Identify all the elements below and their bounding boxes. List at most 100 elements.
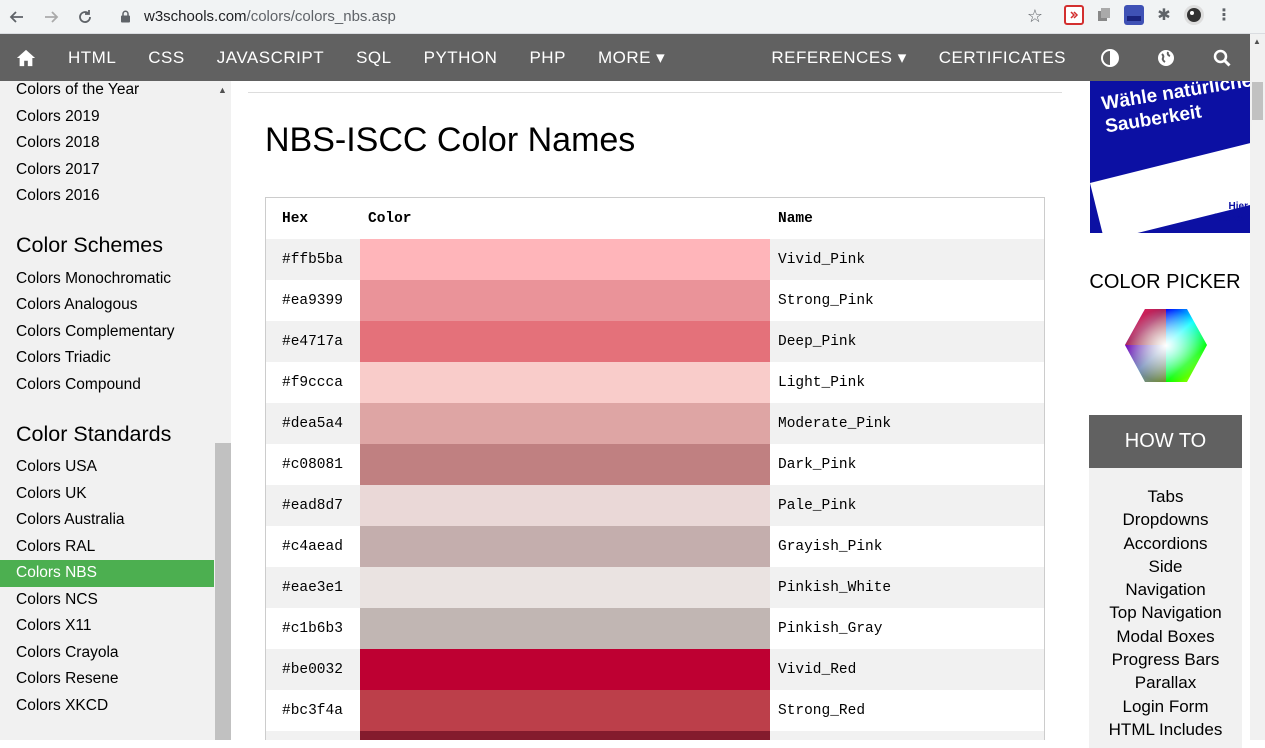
name-cell: Pinkish_White	[778, 579, 892, 596]
color-swatch[interactable]	[360, 321, 770, 362]
sidebar-link-active[interactable]: Colors NBS	[0, 560, 214, 587]
howto-link[interactable]: Parallax	[1089, 671, 1242, 694]
kebab-menu-icon[interactable]: ⋮	[1214, 5, 1234, 25]
color-swatch[interactable]	[360, 567, 770, 608]
color-swatch[interactable]	[360, 649, 770, 690]
name-cell: Deep_Pink	[778, 333, 857, 350]
name-cell: Strong_Red	[778, 702, 866, 719]
hex-cell: #dea5a4	[282, 415, 343, 432]
hex-cell: #e4717a	[282, 333, 343, 350]
color-swatch[interactable]	[360, 239, 770, 280]
color-swatch[interactable]	[360, 485, 770, 526]
sidebar-link[interactable]: Colors USA	[0, 454, 214, 481]
nav-javascript[interactable]: JAVASCRIPT	[201, 34, 340, 81]
page-scrollbar[interactable]: ▲	[1250, 34, 1265, 740]
howto-link[interactable]: Accordions	[1089, 532, 1242, 555]
sidebar-link[interactable]: Colors 2018	[0, 130, 214, 157]
globe-icon[interactable]	[1138, 34, 1194, 81]
sidebar-link[interactable]: Colors X11	[0, 613, 214, 640]
howto-link[interactable]: Dropdowns	[1089, 508, 1242, 531]
back-arrow-icon[interactable]	[0, 2, 34, 32]
scroll-up-arrow-icon[interactable]: ▲	[218, 85, 227, 95]
ad-click-here[interactable]: Hier klicken	[1214, 201, 1248, 225]
sidebar-link[interactable]: Colors Complementary	[0, 319, 214, 346]
name-cell: Moderate_Pink	[778, 415, 892, 432]
sidebar-link[interactable]: Colors 2017	[0, 157, 214, 184]
nav-certificates[interactable]: CERTIFICATES	[923, 34, 1082, 81]
puzzle-icon[interactable]: ✱	[1154, 5, 1174, 25]
sidebar-link[interactable]: Colors 2019	[0, 104, 214, 131]
name-cell: Vivid_Red	[778, 661, 857, 678]
lock-icon	[120, 9, 132, 23]
howto-link[interactable]: Navigation	[1089, 578, 1242, 601]
color-picker-title[interactable]: COLOR PICKER	[1080, 271, 1250, 294]
sidebar-scrollbar[interactable]: ▲	[215, 81, 231, 740]
left-sidebar: Colors of the Year Colors 2019 Colors 20…	[0, 81, 231, 740]
nav-python[interactable]: PYTHON	[408, 34, 514, 81]
page-scroll-thumb[interactable]	[1252, 82, 1263, 120]
color-swatch[interactable]	[360, 608, 770, 649]
howto-link[interactable]: Login Form	[1089, 695, 1242, 718]
hex-cell: #ea9399	[282, 292, 343, 309]
header-color: Color	[368, 210, 412, 227]
nav-references[interactable]: REFERENCES ▾	[755, 34, 922, 81]
sidebar-link[interactable]: Colors UK	[0, 481, 214, 508]
howto-link[interactable]: Side	[1089, 555, 1242, 578]
browser-toolbar: w3schools.com/colors/colors_nbs.asp ☆ ✱ …	[0, 0, 1265, 34]
howto-link[interactable]: Tabs	[1089, 485, 1242, 508]
sidebar-link[interactable]: Colors Compound	[0, 372, 214, 399]
color-swatch[interactable]	[360, 731, 770, 740]
nav-css[interactable]: CSS	[132, 34, 200, 81]
nav-html[interactable]: HTML	[52, 34, 132, 81]
howto-link[interactable]: Top Navigation	[1089, 601, 1242, 624]
sidebar-link[interactable]: Colors Triadic	[0, 345, 214, 372]
color-swatch[interactable]	[360, 403, 770, 444]
nav-more[interactable]: MORE ▾	[582, 34, 681, 81]
sidebar-link[interactable]: Colors Analogous	[0, 292, 214, 319]
address-bar[interactable]: w3schools.com/colors/colors_nbs.asp ☆	[112, 3, 1057, 29]
extension-window-icon[interactable]	[1124, 5, 1144, 25]
color-swatch[interactable]	[360, 526, 770, 567]
sidebar-link[interactable]: Colors 2016	[0, 183, 214, 210]
forward-arrow-icon[interactable]	[34, 2, 68, 32]
color-picker-icon[interactable]	[1124, 308, 1208, 383]
sidebar-link[interactable]: Colors of the Year	[0, 81, 214, 104]
color-swatch[interactable]	[360, 444, 770, 485]
nav-sql[interactable]: SQL	[340, 34, 408, 81]
sidebar-link[interactable]: Colors NCS	[0, 587, 214, 614]
sidebar-scroll-thumb[interactable]	[215, 443, 231, 740]
name-cell: Vivid_Pink	[778, 251, 866, 268]
table-row: #ea9399 Strong_Pink	[266, 280, 1044, 321]
hex-cell: #ead8d7	[282, 497, 343, 514]
sidebar-link[interactable]: Colors XKCD	[0, 693, 214, 720]
sidebar-link[interactable]: Colors RAL	[0, 534, 214, 561]
advertisement[interactable]: Wähle natürliche Sauberkeit Hier klicken	[1090, 81, 1250, 233]
color-swatch[interactable]	[360, 280, 770, 321]
sidebar-link[interactable]: Colors Crayola	[0, 640, 214, 667]
howto-link[interactable]: HTML Includes	[1089, 718, 1242, 741]
color-swatch[interactable]	[360, 690, 770, 731]
howto-link[interactable]: Progress Bars	[1089, 648, 1242, 671]
reload-icon[interactable]	[68, 2, 102, 32]
sidebar-link[interactable]: Colors Australia	[0, 507, 214, 534]
scroll-up-arrow-icon[interactable]: ▲	[1253, 37, 1261, 46]
home-icon[interactable]	[0, 34, 52, 81]
extension-red-icon[interactable]	[1064, 5, 1084, 25]
table-row: #be0032 Vivid_Red	[266, 649, 1044, 690]
extension-copy-icon[interactable]	[1094, 5, 1114, 25]
sidebar-heading-standards: Color Standards	[16, 422, 172, 446]
table-row: #c4aead Grayish_Pink	[266, 526, 1044, 567]
sidebar-link[interactable]: Colors Resene	[0, 666, 214, 693]
hex-cell: #c4aead	[282, 538, 343, 555]
color-table: Hex Color Name #ffb5ba Vivid_Pink #ea9399 S…	[265, 197, 1045, 740]
profile-avatar[interactable]	[1184, 5, 1204, 25]
nav-php[interactable]: PHP	[513, 34, 581, 81]
sidebar-heading-schemes: Color Schemes	[16, 232, 163, 257]
howto-link[interactable]: Modal Boxes	[1089, 625, 1242, 648]
sidebar-link[interactable]: Colors Monochromatic	[0, 266, 214, 293]
page-title: NBS-ISCC Color Names	[265, 121, 636, 159]
search-icon[interactable]	[1194, 34, 1250, 81]
contrast-icon[interactable]	[1082, 34, 1138, 81]
color-swatch[interactable]	[360, 362, 770, 403]
star-icon[interactable]: ☆	[1027, 6, 1043, 27]
